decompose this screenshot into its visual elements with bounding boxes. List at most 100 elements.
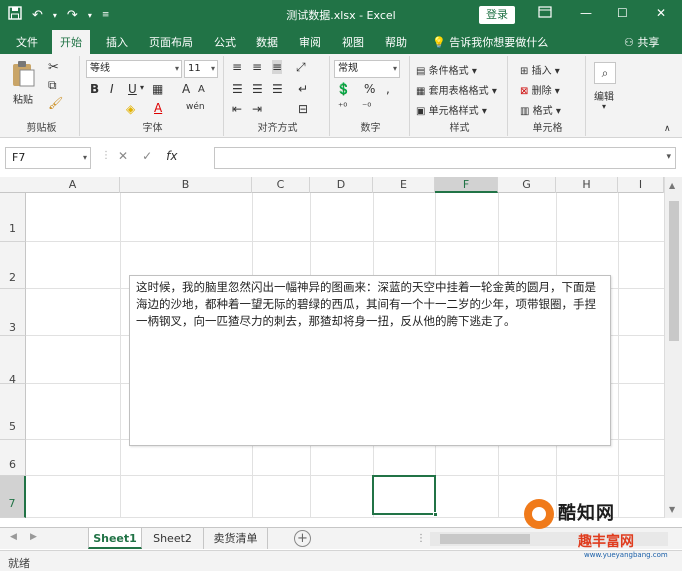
number-format-dropdown[interactable]: 常规 ▾	[334, 60, 400, 78]
ribbon-tabs: 文件 开始 插入 页面布局 公式 数据 审阅 视图 帮助 💡 告诉我你想要做什么…	[0, 30, 682, 54]
login-button[interactable]: 登录	[479, 6, 515, 24]
increase-decimal-icon[interactable]: ⁺⁰	[338, 102, 347, 113]
name-box[interactable]: F7 ▾	[5, 147, 91, 169]
scroll-thumb[interactable]	[669, 201, 679, 341]
share-button[interactable]: ⚇ 共享	[624, 34, 659, 50]
number-group-label: 数字	[360, 123, 381, 134]
tell-me-box[interactable]: 💡 告诉我你想要做什么	[432, 34, 548, 50]
row-header-6[interactable]: 6	[0, 440, 26, 476]
sheet-tab-sales-list[interactable]: 卖货清单	[204, 528, 268, 549]
row-header-5[interactable]: 5	[0, 384, 26, 440]
tab-view[interactable]: 视图	[342, 34, 364, 50]
search-icon[interactable]: ⌕	[594, 62, 616, 84]
ribbon-display-icon[interactable]	[538, 6, 552, 21]
row-header-1[interactable]: 1	[0, 193, 26, 242]
tab-file[interactable]: 文件	[16, 34, 38, 50]
sheet-tab-sheet1[interactable]: Sheet1	[88, 528, 142, 549]
increase-indent-icon[interactable]: ⇥	[252, 102, 262, 116]
align-center-icon[interactable]: ☰	[252, 82, 263, 96]
sheet-tab-sheet2[interactable]: Sheet2	[142, 528, 204, 549]
accounting-icon[interactable]: 💲	[336, 82, 351, 96]
font-color-icon[interactable]: A	[154, 101, 162, 115]
italic-button[interactable]: I	[110, 82, 114, 96]
column-header-g[interactable]: G	[498, 177, 556, 193]
maximize-icon[interactable]: ☐	[617, 6, 628, 20]
tab-data[interactable]: 数据	[256, 34, 278, 50]
next-sheet-icon[interactable]: ▶	[30, 532, 37, 542]
enter-icon[interactable]: ✓	[142, 149, 152, 163]
vertical-scrollbar[interactable]: ▲ ▼	[664, 177, 682, 518]
tab-help[interactable]: 帮助	[385, 34, 407, 50]
font-group: 等线 ▾ 11 ▾ B I U ▾ ▦ A A ◈ A wén 字体	[82, 56, 224, 136]
phonetic-icon[interactable]: wén	[186, 102, 205, 112]
row-header-4[interactable]: 4	[0, 336, 26, 386]
editing-button[interactable]: 编辑	[594, 88, 614, 103]
format-label: 格式	[532, 106, 553, 117]
comma-button[interactable]: ,	[386, 82, 390, 96]
add-sheet-icon[interactable]: +	[294, 530, 311, 547]
delete-cells-button[interactable]: ⊠ 删除 ▾	[520, 82, 560, 97]
conditional-formatting-button[interactable]: ▤ 条件格式 ▾	[416, 62, 477, 77]
tab-insert[interactable]: 插入	[106, 34, 128, 50]
grow-font-button[interactable]: A	[182, 82, 190, 96]
row-header-2[interactable]: 2	[0, 242, 26, 289]
border-icon[interactable]: ▦	[152, 82, 163, 96]
align-left-icon[interactable]: ☰	[232, 82, 243, 96]
row-header-3[interactable]: 3	[0, 289, 26, 336]
title-bar: ↶ ▾ ↷ ▾ ≡ 测试数据.xlsx - Excel 登录 — ☐ ✕	[0, 0, 682, 30]
fill-handle[interactable]	[433, 512, 438, 517]
font-size-dropdown[interactable]: 11 ▾	[184, 60, 218, 78]
insert-function-icon[interactable]: fx	[166, 149, 177, 163]
cut-icon[interactable]: ✂	[48, 60, 59, 75]
column-header-f[interactable]: F	[435, 177, 498, 193]
scroll-up-icon[interactable]: ▲	[669, 181, 675, 190]
font-size-value: 11	[188, 63, 201, 74]
format-cells-button[interactable]: ▥ 格式 ▾	[520, 102, 561, 117]
decrease-indent-icon[interactable]: ⇤	[232, 102, 242, 116]
shrink-font-button[interactable]: A	[198, 84, 205, 95]
column-header-h[interactable]: H	[556, 177, 618, 193]
copy-icon[interactable]: ⧉	[48, 78, 57, 93]
column-header-a[interactable]: A	[26, 177, 120, 193]
percent-button[interactable]: %	[364, 82, 375, 96]
underline-dropdown-icon[interactable]: ▾	[140, 83, 144, 92]
align-middle-icon[interactable]: ≡	[252, 60, 262, 74]
bold-button[interactable]: B	[90, 82, 99, 96]
format-painter-icon[interactable]: 🖌	[48, 96, 63, 110]
format-as-table-button[interactable]: ▦ 套用表格格式 ▾	[416, 82, 497, 97]
formula-input[interactable]: ▾	[214, 147, 676, 169]
tab-page-layout[interactable]: 页面布局	[149, 34, 193, 50]
align-right-icon[interactable]: ☰	[272, 82, 283, 96]
close-icon[interactable]: ✕	[656, 6, 666, 20]
orientation-icon[interactable]: ⤢	[296, 60, 306, 75]
cancel-icon[interactable]: ✕	[118, 149, 128, 163]
column-header-d[interactable]: D	[310, 177, 373, 193]
styles-group-label: 样式	[449, 123, 470, 134]
conditional-format-icon: ▤	[416, 66, 426, 77]
prev-sheet-icon[interactable]: ◀	[10, 532, 17, 542]
tab-formulas[interactable]: 公式	[214, 34, 236, 50]
fill-color-icon[interactable]: ◈	[126, 102, 135, 116]
decrease-decimal-icon[interactable]: ⁻⁰	[362, 102, 371, 113]
column-header-i[interactable]: I	[618, 177, 664, 193]
active-cell-f7[interactable]	[372, 475, 438, 517]
cell-styles-button[interactable]: ▣ 单元格样式 ▾	[416, 102, 487, 117]
merge-center-icon[interactable]: ⊟	[298, 102, 308, 116]
hscroll-thumb[interactable]	[440, 534, 530, 544]
tab-home[interactable]: 开始	[52, 30, 90, 54]
paste-button[interactable]: 粘贴	[10, 60, 36, 106]
column-header-b[interactable]: B	[120, 177, 252, 193]
wrap-text-icon[interactable]: ↵	[298, 82, 308, 96]
text-box[interactable]: 这时候，我的脑里忽然闪出一幅神异的图画来：深蓝的天空中挂着一轮金黄的圆月，下面是…	[129, 275, 611, 446]
align-top-icon[interactable]: ≡	[232, 60, 242, 74]
minimize-icon[interactable]: —	[580, 6, 592, 20]
underline-button[interactable]: U	[128, 82, 137, 96]
column-header-e[interactable]: E	[373, 177, 435, 193]
row-header-7[interactable]: 7	[0, 476, 26, 518]
collapse-ribbon-icon[interactable]: ∧	[664, 124, 671, 134]
column-header-c[interactable]: C	[252, 177, 310, 193]
align-bottom-icon[interactable]: ≡	[272, 60, 283, 74]
tab-review[interactable]: 审阅	[299, 34, 321, 50]
insert-cells-button[interactable]: ⊞ 插入 ▾	[520, 62, 560, 77]
font-name-dropdown[interactable]: 等线 ▾	[86, 60, 182, 78]
